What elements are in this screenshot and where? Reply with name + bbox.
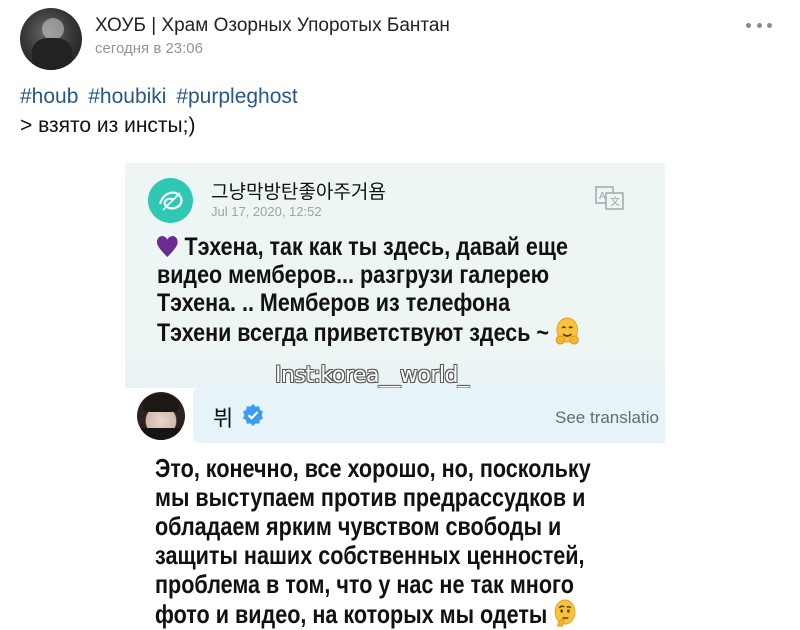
thinking-face-icon xyxy=(554,599,576,627)
reply-author-name: 뷔 xyxy=(213,407,234,432)
svg-text:A: A xyxy=(599,191,606,202)
comment-line: Тэхена. .. Мемберов из телефона xyxy=(157,289,511,317)
verified-badge-icon xyxy=(243,404,263,426)
avatar-shirt xyxy=(141,428,181,440)
group-name-link[interactable]: ХОУБ | Храм Озорных Упоротых Бантан xyxy=(95,15,450,37)
dot xyxy=(746,22,751,28)
group-avatar[interactable] xyxy=(20,8,82,70)
purple-heart-icon xyxy=(157,236,178,257)
comment-line: видео мемберов... разгрузи галерею xyxy=(157,261,550,289)
hashtag-link[interactable]: #houb xyxy=(20,85,78,108)
avatar-hair xyxy=(143,394,179,412)
dot xyxy=(756,22,762,28)
translate-icon: A 文 xyxy=(595,186,624,210)
hugging-face-icon xyxy=(555,317,579,345)
reply-line: фото и видео, на которых мы одеты xyxy=(155,599,620,629)
svg-text:文: 文 xyxy=(610,195,620,208)
post-text: > взято из инсты;) xyxy=(20,114,196,137)
hashtag-link[interactable]: #houbiki xyxy=(88,85,166,108)
post-timestamp[interactable]: сегодня в 23:06 xyxy=(95,40,203,57)
post-header: ХОУБ | Храм Озорных Упоротых Бантан сего… xyxy=(0,0,800,70)
reply-line: мы выступаем против предрассудков и xyxy=(155,482,586,512)
avatar-figure-body xyxy=(32,38,72,70)
reply-line: проблема в том, что у нас не так много xyxy=(155,569,574,599)
comment-line-text: Тэхени всегда приветствуют здесь ~ xyxy=(157,319,549,347)
reply-line: защиты наших собственных ценностей, xyxy=(155,540,585,570)
comment-line: Тэхени всегда приветствуют здесь ~ xyxy=(157,317,587,347)
comment-line-text: Тэхена, так как ты здесь, давай еще xyxy=(184,233,568,261)
comment-card-v: 뷔 See translatio Это, конечно, все хорош… xyxy=(125,388,665,630)
reply-line: Это, конечно, все хорошо, но, поскольку xyxy=(155,453,591,483)
reply-line-text: фото и видео, на которых мы одеты xyxy=(155,599,548,629)
commenter-name: 그냥막방탄좋아주거욤 xyxy=(211,181,386,203)
v-avatar xyxy=(137,392,185,440)
dot xyxy=(767,22,772,28)
logo-swirl-icon xyxy=(158,191,183,211)
comment-line: Тэхена, так как ты здесь, давай еще xyxy=(157,233,587,261)
hashtag-list: #houb #houbiki #purpleghost xyxy=(20,85,302,109)
avatar-figure-head xyxy=(42,18,64,40)
watermark: Inst:korea__world_ xyxy=(275,363,469,388)
post-photo[interactable]: 그냥막방탄좋아주거욤 Jul 17, 2020, 12:52 A 文 Тэхен… xyxy=(125,163,665,630)
reply-line: обладаем ярким чувством свободы и xyxy=(155,511,562,541)
fan-comment-text: Тэхена, так как ты здесь, давай еще виде… xyxy=(157,233,587,347)
see-translation-link: See translatio xyxy=(555,408,659,427)
comment-date: Jul 17, 2020, 12:52 xyxy=(211,204,322,219)
reply-text: Это, конечно, все хорошо, но, поскольку … xyxy=(155,454,620,629)
fan-logo-icon xyxy=(148,178,193,223)
hashtag-link[interactable]: #purpleghost xyxy=(176,85,297,108)
comment-card-fan: 그냥막방탄좋아주거욤 Jul 17, 2020, 12:52 A 文 Тэхен… xyxy=(125,163,665,363)
more-dots-icon[interactable] xyxy=(746,16,772,34)
